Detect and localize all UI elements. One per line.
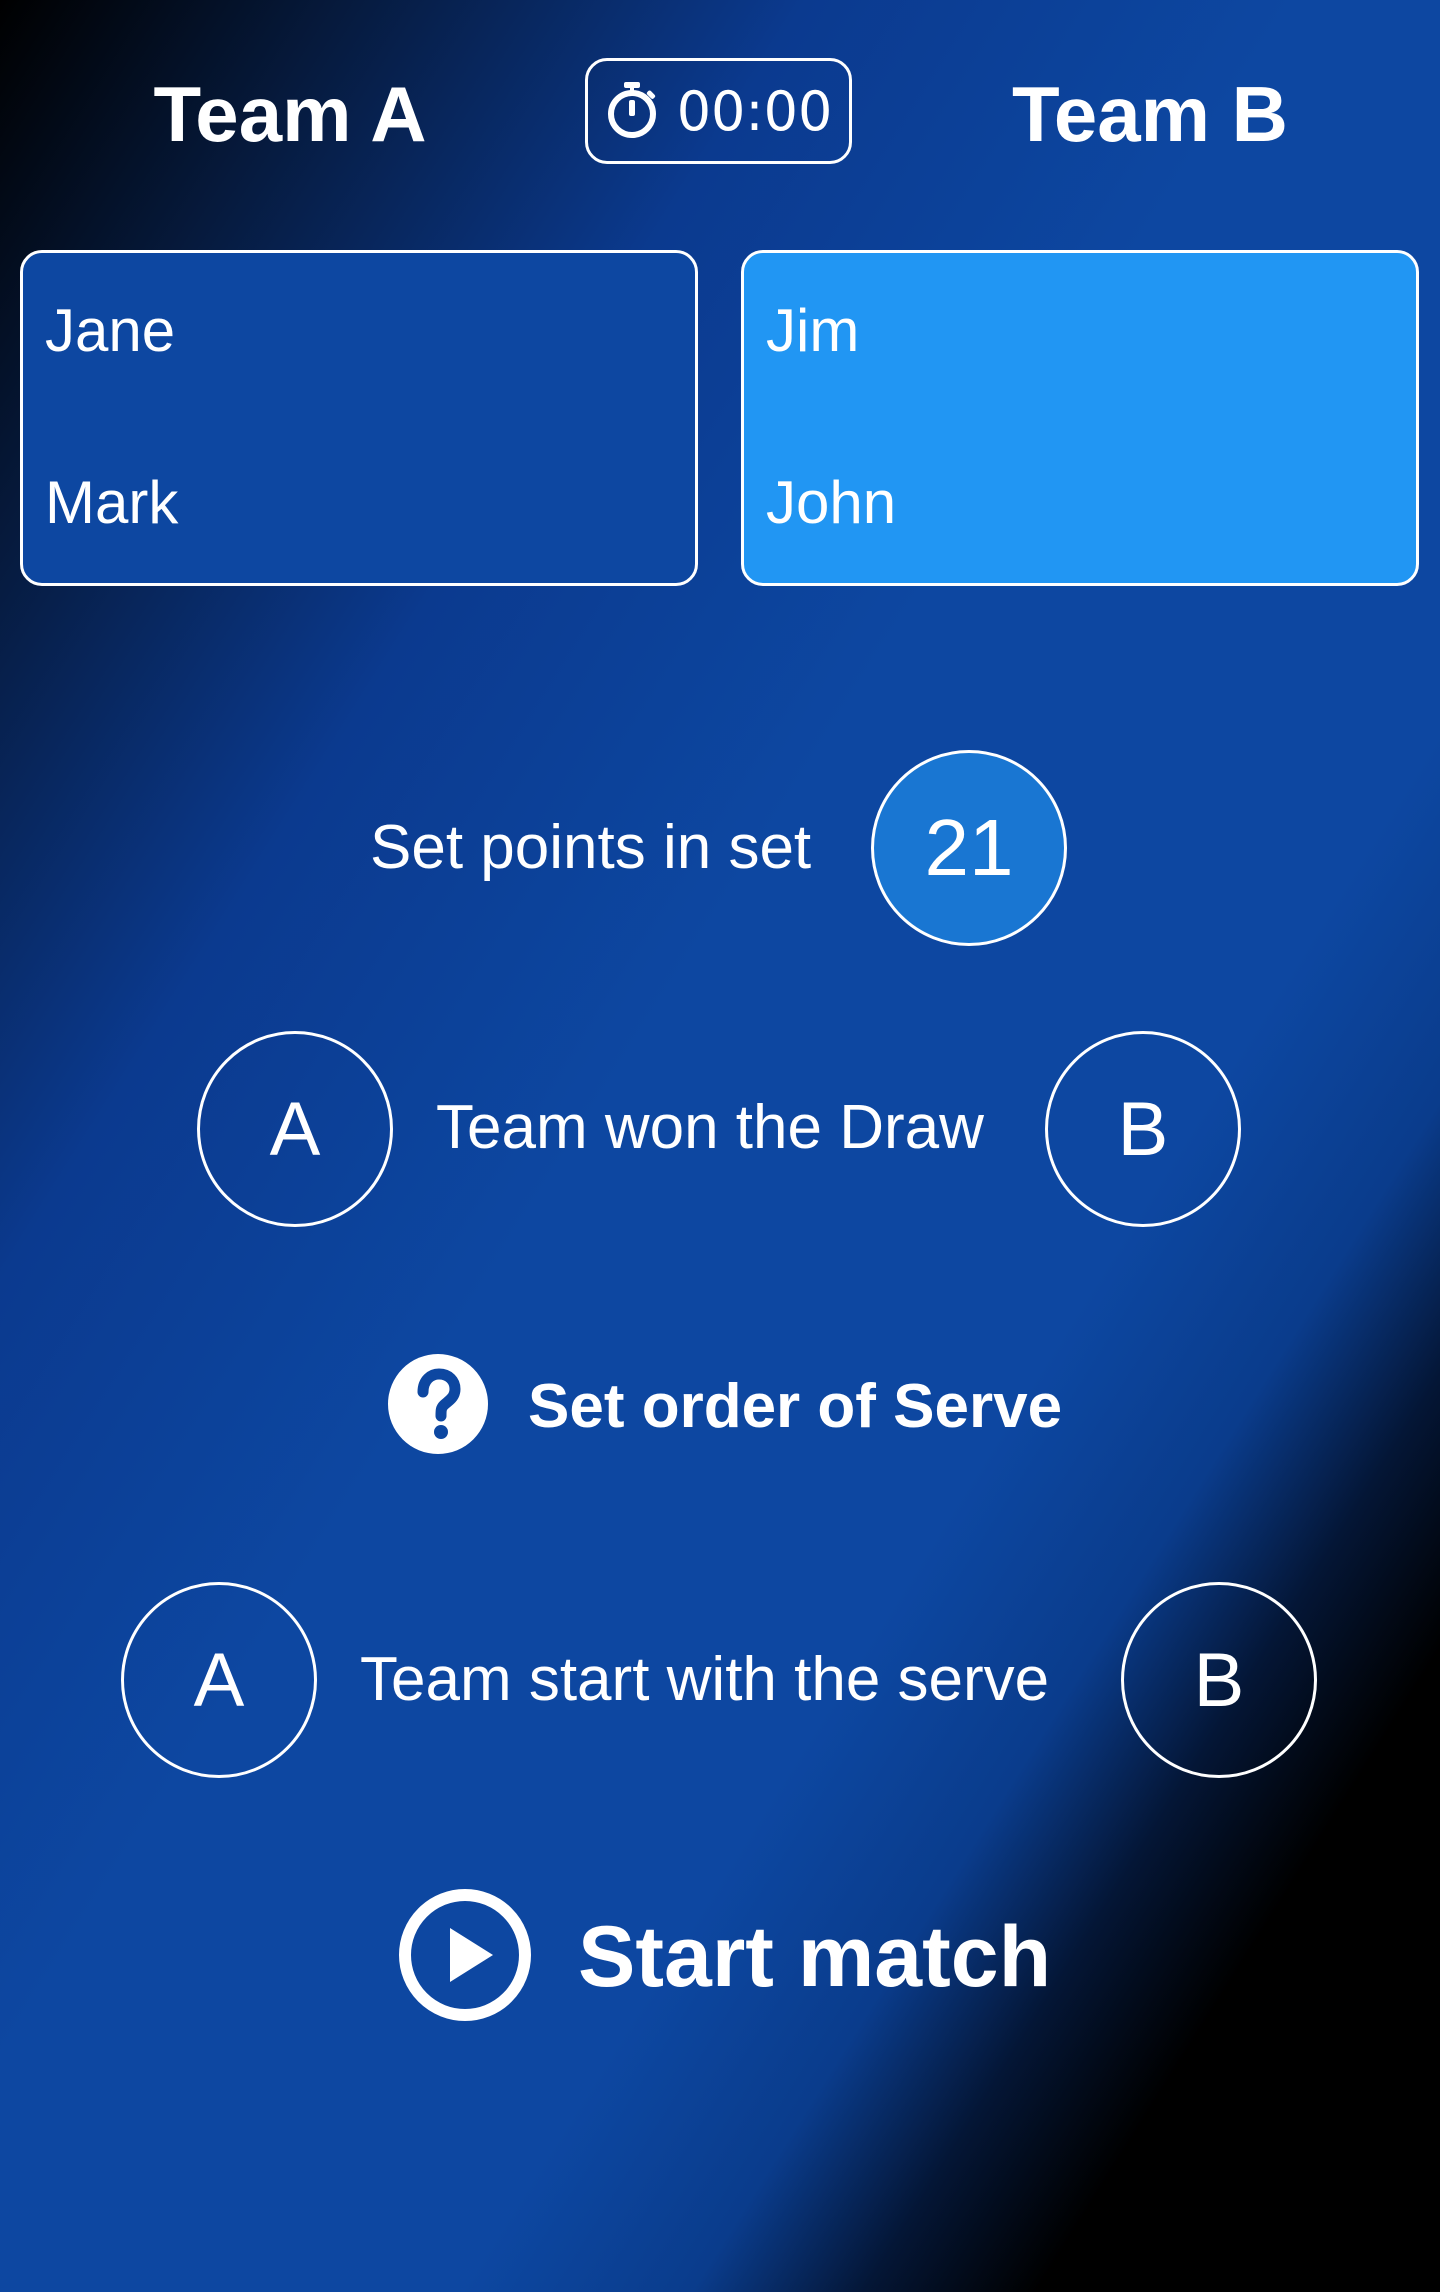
set-points-button[interactable]: 21 xyxy=(871,750,1067,946)
start-match-label: Start match xyxy=(578,1909,1052,2005)
serve-team-a-button[interactable]: A xyxy=(121,1582,317,1778)
draw-team-b-button[interactable]: B xyxy=(1045,1031,1241,1227)
draw-team-a-button[interactable]: A xyxy=(197,1031,393,1227)
set-order-of-serve-button[interactable]: Set order of Serve xyxy=(388,1353,1063,1459)
serve-team-b-button[interactable]: B xyxy=(1121,1582,1317,1778)
draw-label: Team won the Draw xyxy=(436,1093,984,1162)
play-circle-icon xyxy=(398,1888,532,2027)
team-b-player-1: Jim xyxy=(766,297,860,364)
team-b-title: Team B xyxy=(1012,70,1288,158)
team-b-players-card[interactable]: Jim John xyxy=(741,250,1419,586)
set-points-label: Set points in set xyxy=(370,813,812,882)
match-timer[interactable]: 00:00 xyxy=(585,58,852,164)
help-circle-icon xyxy=(388,1353,488,1459)
team-a-player-2: Mark xyxy=(45,469,179,536)
set-order-of-serve-label: Set order of Serve xyxy=(528,1371,1063,1441)
team-a-players-card[interactable]: Jane Mark xyxy=(20,250,698,586)
serve-label: Team start with the serve xyxy=(360,1645,1050,1714)
team-a-player-1: Jane xyxy=(45,297,176,364)
timer-value: 00:00 xyxy=(676,79,833,143)
start-match-button[interactable]: Start match xyxy=(398,1888,1052,2027)
team-a-title: Team A xyxy=(153,70,427,158)
team-b-player-2: John xyxy=(766,469,897,536)
stopwatch-icon xyxy=(605,80,659,143)
